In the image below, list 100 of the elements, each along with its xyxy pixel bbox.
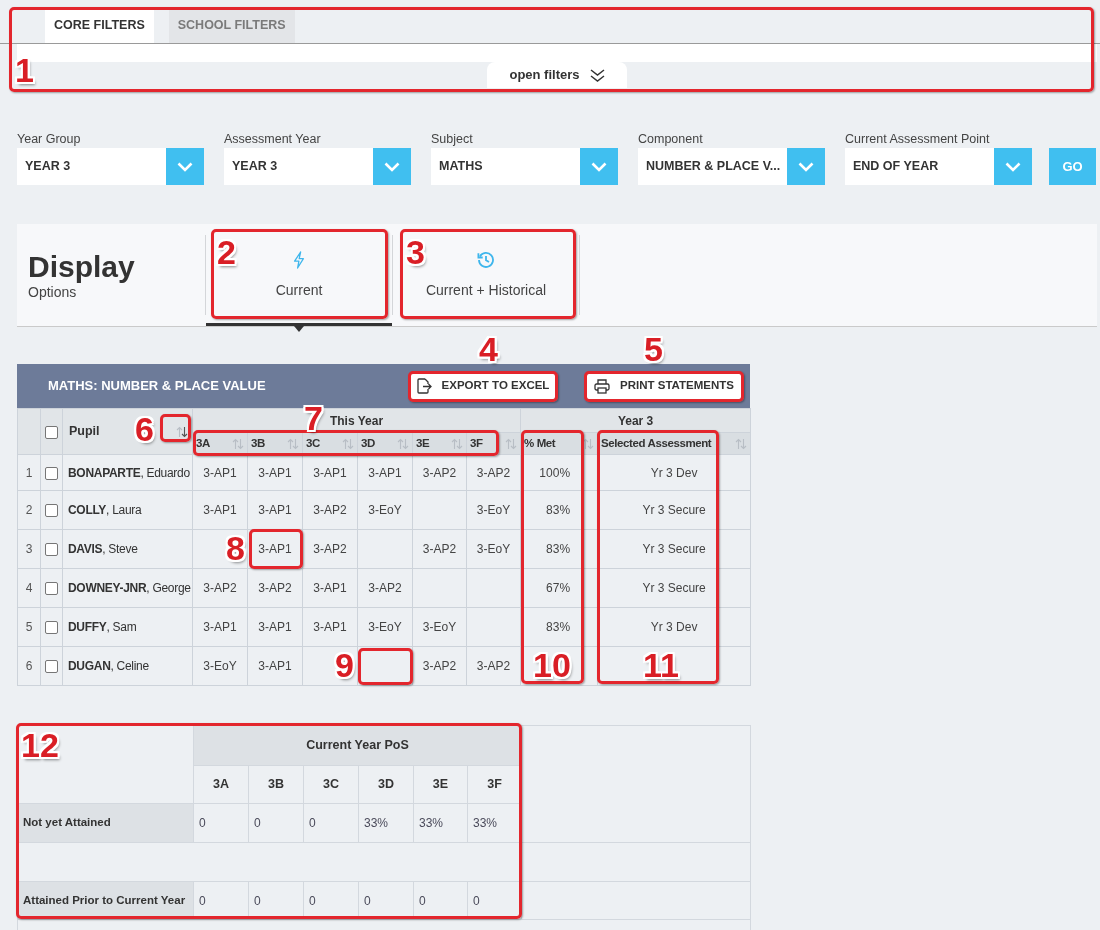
callout-box	[160, 414, 191, 442]
row-number: 3	[17, 529, 41, 569]
table-title: MATHS: NUMBER & PLACE VALUE	[48, 377, 266, 396]
checkbox[interactable]	[45, 621, 58, 635]
dropdown[interactable]: END OF YEAR	[845, 148, 1032, 185]
table-cell: 3-AP1	[247, 607, 303, 647]
dropdown-button[interactable]	[580, 148, 618, 185]
filter-label: Assessment Year	[224, 131, 321, 147]
table-cell: 3-AP2	[302, 529, 358, 569]
table-cell: 0	[248, 803, 304, 843]
double-chevron-down-icon	[589, 68, 605, 82]
checkbox[interactable]	[45, 582, 58, 596]
table-cell: 3-AP2	[412, 529, 467, 569]
dropdown[interactable]: YEAR 3	[224, 148, 411, 185]
table-cell: 3-AP2	[412, 454, 467, 491]
open-filters-button[interactable]: open filters	[487, 62, 627, 88]
callout-number: 2	[217, 240, 236, 265]
table-cell: 3-AP1	[302, 568, 358, 608]
sort-icon[interactable]	[176, 425, 188, 438]
chevron-down-icon	[591, 161, 607, 172]
pupil-name: DOWNEY-JNR, George	[62, 568, 193, 608]
filter-tab[interactable]: CORE FILTERS	[45, 8, 154, 43]
callout-number: 5	[644, 337, 663, 362]
row-number: 6	[17, 646, 41, 686]
checkbox[interactable]	[45, 543, 58, 557]
table-cell: 3-AP2	[466, 646, 521, 686]
dropdown[interactable]: YEAR 3	[17, 148, 204, 185]
row-number: 1	[17, 454, 41, 491]
callout-number: 8	[226, 536, 245, 561]
dropdown-button[interactable]	[373, 148, 411, 185]
table-cell: 3-AP2	[412, 646, 467, 686]
table-cell: 0	[358, 881, 414, 920]
table-cell: 0	[193, 881, 249, 920]
row-number: 2	[17, 490, 41, 530]
panel-subtitle: Options	[28, 283, 77, 301]
callout-number: 7	[304, 406, 323, 431]
action-button[interactable]: EXPORT TO EXCEL	[410, 372, 555, 400]
pupil-name: DAVIS, Steve	[62, 529, 193, 569]
pointer-triangle-icon	[294, 326, 304, 332]
table-cell: 3-AP1	[192, 607, 248, 647]
callout-box	[358, 648, 413, 685]
table-cell: 0	[303, 881, 359, 920]
table-cell: 3-AP2	[192, 568, 248, 608]
action-button[interactable]: PRINT STATEMENTS	[587, 372, 741, 400]
table-cell: 3-AP1	[302, 454, 358, 491]
panel-title: Display	[28, 249, 135, 284]
chevron-down-icon	[177, 161, 193, 172]
table-cell: 3-AP1	[247, 490, 303, 530]
checkbox[interactable]	[45, 660, 58, 674]
table-cell: 3-AP1	[302, 607, 358, 647]
lightning-icon	[293, 251, 305, 269]
callout-number: 12	[21, 733, 59, 758]
callout-number: 11	[643, 653, 679, 678]
history-icon	[477, 251, 495, 269]
pupil-name: DUFFY, Sam	[62, 607, 193, 647]
chevron-down-icon	[1005, 161, 1021, 172]
table-cell: 0	[303, 803, 359, 843]
table-cell: 3-AP1	[192, 490, 248, 530]
checkbox[interactable]	[45, 425, 58, 439]
pupil-name: COLLY, Laura	[62, 490, 193, 530]
table-cell: 3-AP1	[247, 454, 303, 491]
callout-number: 1	[15, 58, 34, 83]
checkbox[interactable]	[45, 466, 58, 480]
dropdown[interactable]: NUMBER & PLACE V...	[638, 148, 825, 185]
row-header: Not yet Attained	[17, 803, 194, 843]
table-cell: 0	[413, 881, 468, 920]
filter-label: Subject	[431, 131, 473, 147]
table-cell: 3-EoY	[192, 646, 248, 686]
table-cell: 3-AP2	[247, 568, 303, 608]
filter-label: Year Group	[17, 131, 81, 147]
table-cell: 0	[193, 803, 249, 843]
table-cell: 3-AP1	[247, 646, 303, 686]
callout-number: 6	[135, 417, 154, 442]
callout-number: 10	[533, 653, 571, 678]
table-cell: 3-AP2	[357, 568, 413, 608]
dropdown-button[interactable]	[166, 148, 204, 185]
printer-icon	[594, 378, 611, 394]
pupil-name: DUGAN, Celine	[62, 646, 193, 686]
column-header: 3A	[193, 765, 249, 804]
row-number: 5	[17, 607, 41, 647]
dropdown[interactable]: MATHS	[431, 148, 618, 185]
column-header: 3D	[358, 765, 414, 804]
table-cell: 3-EoY	[466, 529, 521, 569]
dropdown-button[interactable]	[787, 148, 825, 185]
column-header: 3E	[413, 765, 468, 804]
table-cell: 3-AP1	[192, 454, 248, 491]
table-cell: 3-EoY	[412, 607, 467, 647]
table-cell: 0	[248, 881, 304, 920]
filter-label: Component	[638, 131, 703, 147]
dropdown-button[interactable]	[994, 148, 1032, 185]
table-cell: 3-AP1	[357, 454, 413, 491]
column-header: 3B	[248, 765, 304, 804]
table-cell: 3-EoY	[466, 490, 521, 530]
file-export-icon	[415, 378, 432, 394]
filter-label: Current Assessment Point	[845, 131, 990, 147]
column-group-header: Current Year PoS	[193, 725, 522, 766]
checkbox[interactable]	[45, 504, 58, 518]
table-cell: 3-AP2	[466, 454, 521, 491]
table-cell: 3-AP2	[302, 490, 358, 530]
sort-icon[interactable]	[582, 437, 595, 450]
